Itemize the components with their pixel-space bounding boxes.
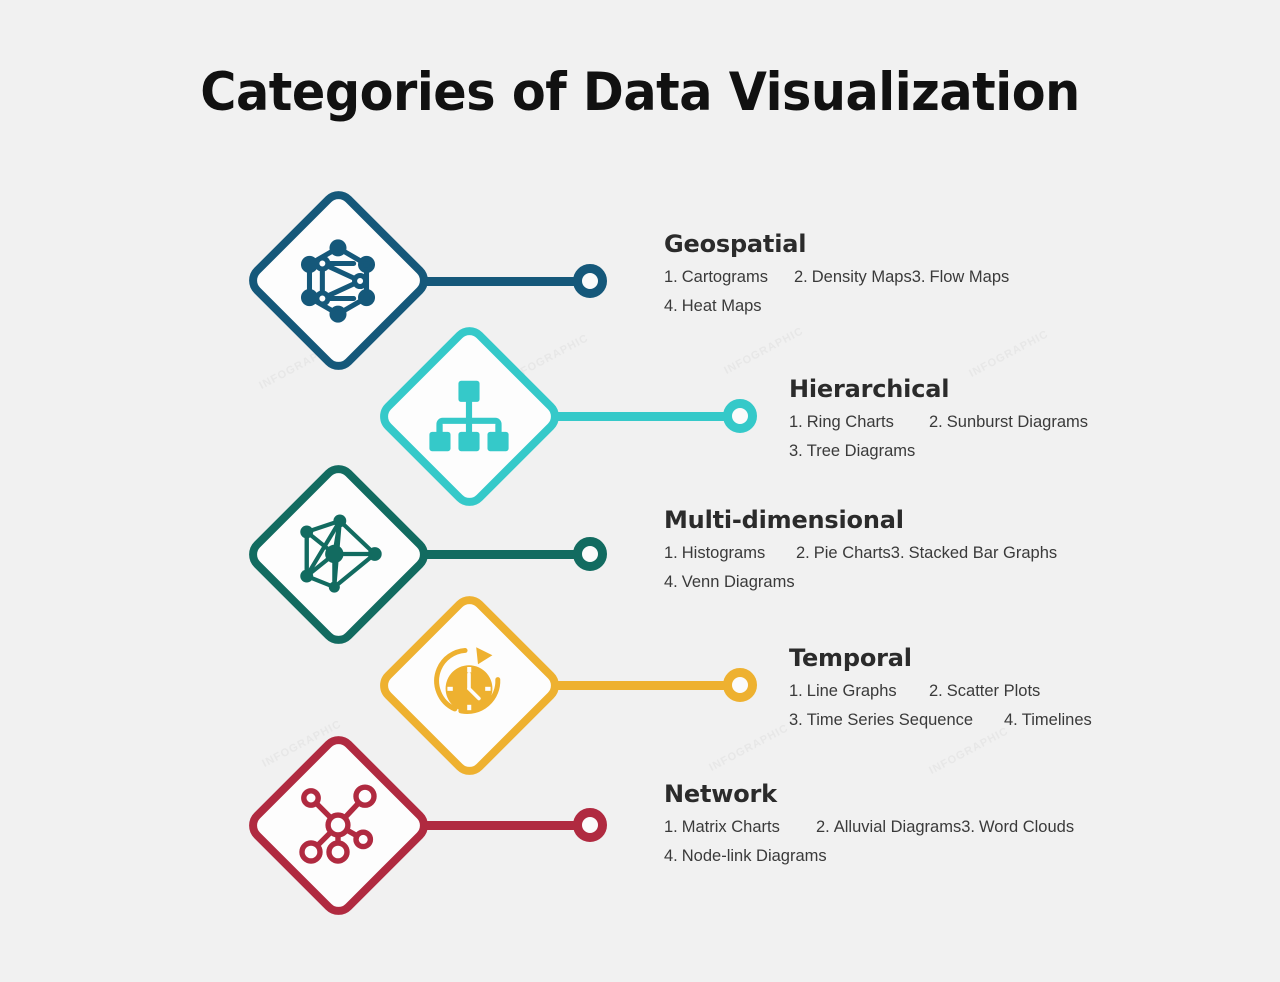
diamond-card-multi-dimensional[interactable] (241, 457, 436, 652)
category-text-temporal: Temporal 1. Line Graphs 2. Scatter Plots 3… (789, 644, 1219, 740)
connector-ring-multi-dimensional (573, 537, 607, 571)
list-item: 4. Node-link Diagrams (664, 847, 827, 865)
list-item: 1. Cartograms (664, 268, 768, 286)
list-item: 3. Time Series Sequence (789, 711, 974, 729)
category-title: Temporal (789, 644, 912, 672)
category-text-geospatial: Geospatial 1. Cartograms 2. Density Maps 3… (664, 230, 1104, 326)
list-item: 1. Histograms (664, 544, 766, 562)
watermark: INFOGRAPHIC (967, 328, 1051, 380)
infographic-canvas: Categories of Data Visualization INFOGRA… (0, 0, 1280, 982)
diamond-card-temporal[interactable] (372, 588, 567, 783)
diamond-card-geospatial[interactable] (241, 183, 436, 378)
list-item: 3. Tree Diagrams (789, 442, 916, 460)
category-item-list: 1. Line Graphs 2. Scatter Plots 3. Time Ser… (789, 682, 1219, 740)
list-item: 4. Venn Diagrams (664, 573, 795, 591)
category-item-list: 1. Cartograms 2. Density Maps 3. Flow Maps … (664, 268, 1104, 326)
list-item: 3. Word Clouds (961, 818, 1075, 836)
watermark: INFOGRAPHIC (707, 722, 791, 774)
connector-ring-temporal (723, 668, 757, 702)
watermark: INFOGRAPHIC (722, 325, 806, 377)
category-title: Geospatial (664, 230, 807, 258)
list-item: 1. Matrix Charts (664, 818, 780, 836)
list-item: 4. Heat Maps (664, 297, 762, 315)
list-item: 2. Density Maps (794, 268, 912, 286)
diamond-card-hierarchical[interactable] (372, 319, 567, 514)
list-item: 4. Timelines (1004, 711, 1092, 729)
category-item-list: 1. Histograms 2. Pie Charts 3. Stacked Bar … (664, 544, 1114, 602)
category-title: Network (664, 780, 777, 808)
list-item: 1. Ring Charts (789, 413, 894, 431)
list-item: 3. Flow Maps (911, 268, 1010, 286)
category-item-list: 1. Ring Charts 2. Sunburst Diagrams 3. Tree… (789, 413, 1219, 471)
category-text-hierarchical: Hierarchical 1. Ring Charts 2. Sunburst Di… (789, 375, 1219, 471)
category-title: Multi-dimensional (664, 506, 904, 534)
category-text-network: Network 1. Matrix Charts 2. Alluvial Diagr… (664, 780, 1114, 876)
page-title: Categories of Data Visualization (200, 62, 1080, 123)
connector-ring-hierarchical (723, 399, 757, 433)
category-title: Hierarchical (789, 375, 950, 403)
category-item-list: 1. Matrix Charts 2. Alluvial Diagrams 3. Wo… (664, 818, 1114, 876)
connector-ring-network (573, 808, 607, 842)
list-item: 2. Pie Charts (796, 544, 891, 562)
list-item: 2. Alluvial Diagrams (816, 818, 962, 836)
category-text-multi-dimensional: Multi-dimensional 1. Histograms 2. Pie Cha… (664, 506, 1114, 602)
list-item: 2. Sunburst Diagrams (929, 413, 1088, 431)
connector-ring-geospatial (573, 264, 607, 298)
list-item: 2. Scatter Plots (929, 682, 1041, 700)
list-item: 1. Line Graphs (789, 682, 897, 700)
list-item: 3. Stacked Bar Graphs (890, 544, 1058, 562)
